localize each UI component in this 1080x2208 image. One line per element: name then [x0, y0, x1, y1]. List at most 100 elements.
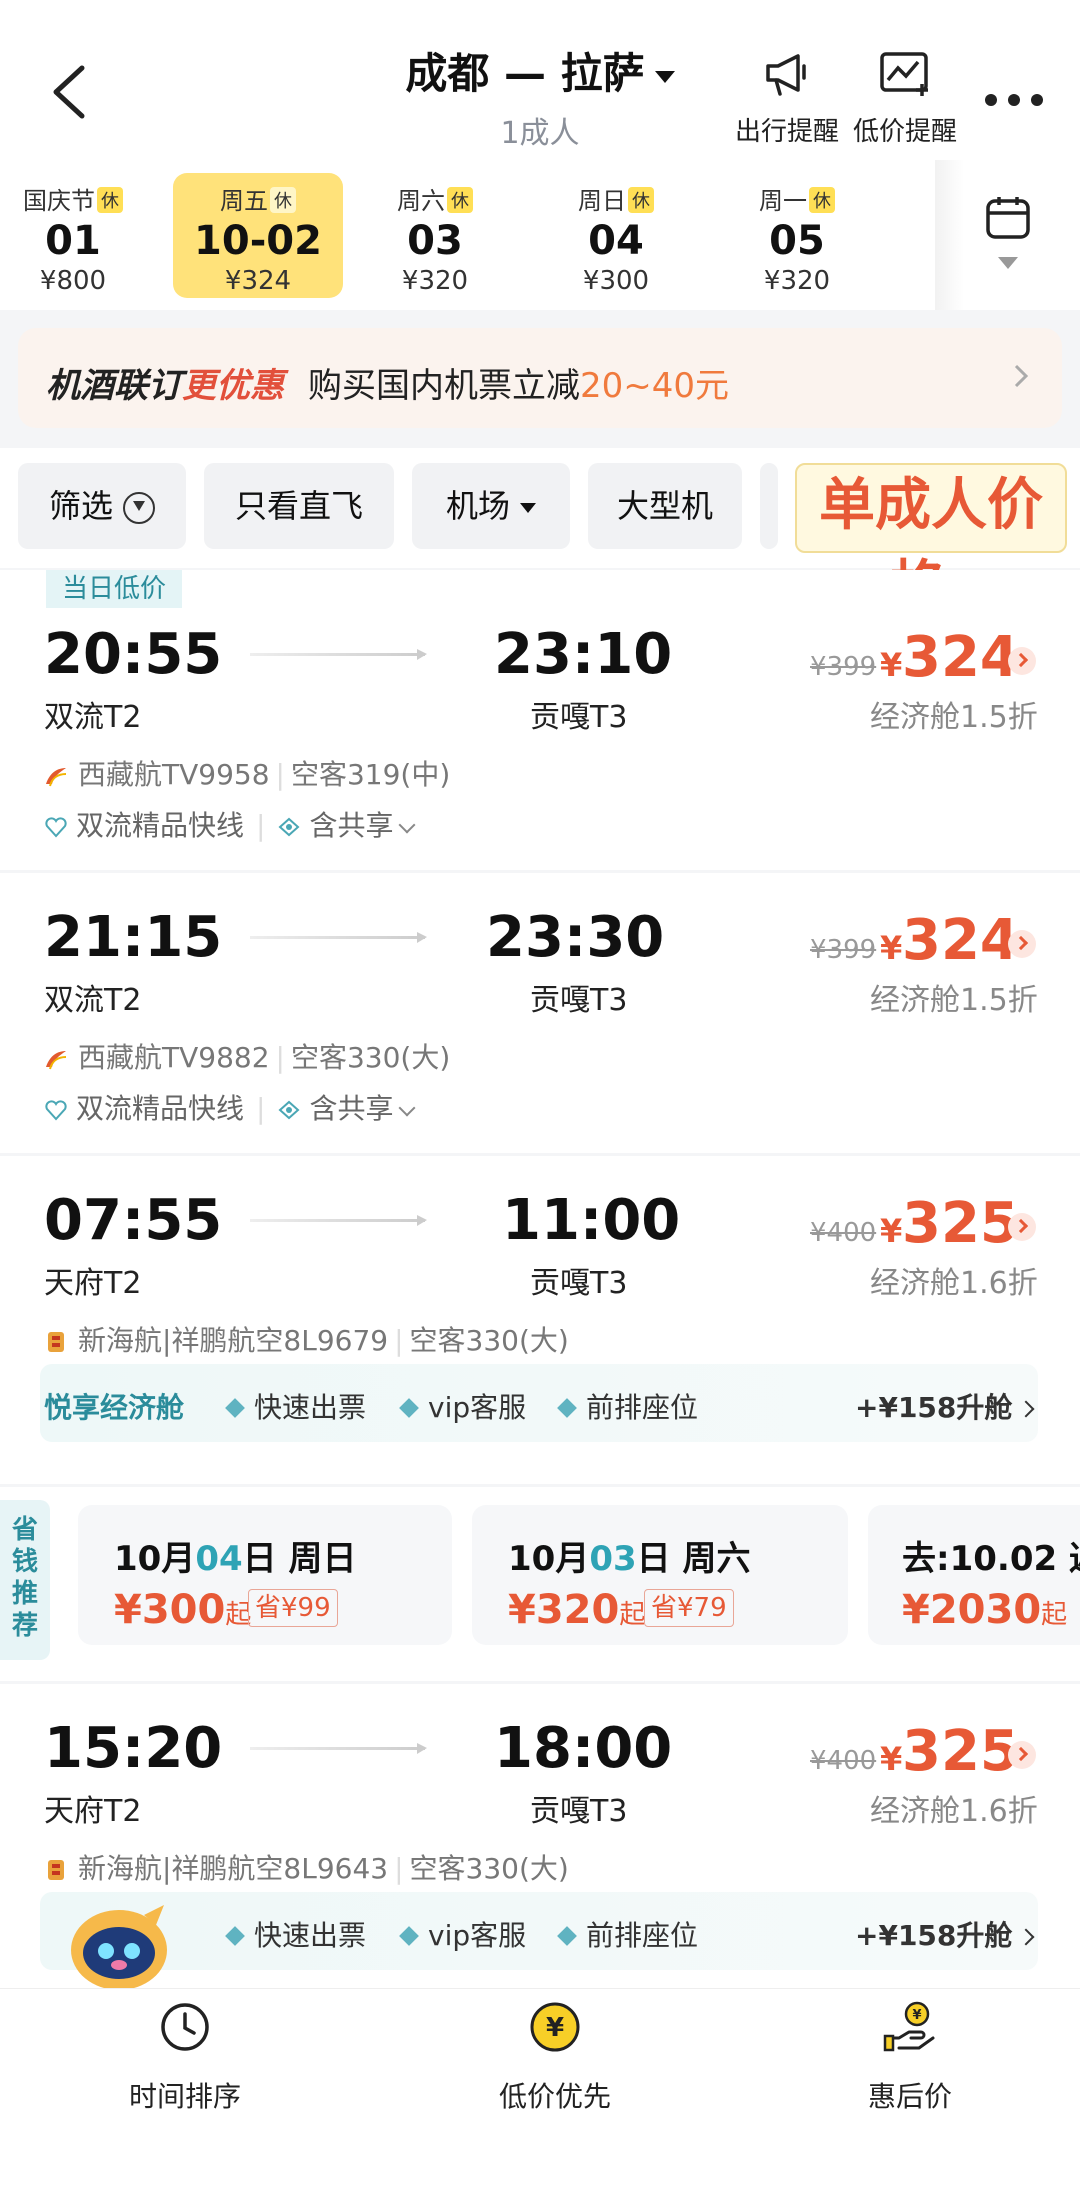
premium-economy-bar[interactable]: 悦享经济舱 快速出票 vip客服 前排座位 +¥158升舱: [40, 1364, 1038, 1442]
holiday-badge: 休: [447, 187, 473, 213]
round-trip-price: ¥2030起: [902, 1587, 1067, 1633]
low-price-first-label: 低价优先: [498, 2080, 611, 2113]
filter-label: 筛选: [48, 487, 113, 525]
flight-price: 325: [902, 1191, 1019, 1256]
airport-chip[interactable]: 机场: [412, 463, 570, 549]
perk-front-seat: 前排座位: [557, 1914, 699, 1954]
route-dropdown-icon: [654, 70, 675, 83]
departure-airport: 天府T2: [44, 1266, 142, 1301]
promo-banner[interactable]: 机酒联订更优惠 购买国内机票立减20~40元: [18, 328, 1062, 428]
savings-card[interactable]: 10月04日 周日 ¥300起 省¥99: [78, 1505, 452, 1645]
airline-info: 西藏航TV9882 | 空客330(大): [44, 1036, 450, 1076]
express-service: 双流精品快线: [76, 809, 245, 842]
date-item[interactable]: 周六休 03 ¥320: [350, 173, 520, 298]
filter-button[interactable]: 筛选: [18, 463, 186, 549]
sort-by-time-button[interactable]: 时间排序: [35, 2000, 335, 2115]
cabin-class: 经济舱1.6折: [870, 1266, 1038, 1301]
original-price: ¥399: [810, 935, 877, 965]
aircraft-type: 空客330(大): [409, 1852, 569, 1885]
savings-date: 10月04日 周日: [114, 1531, 357, 1580]
departure-airport: 双流T2: [44, 700, 142, 735]
savings-price-suffix: 起: [619, 1600, 646, 1630]
upgrade-text: +¥158升舱: [855, 1391, 1013, 1424]
departure-airport: 双流T2: [44, 983, 142, 1018]
date-day: 10-02: [194, 218, 322, 264]
megaphone-icon: [766, 54, 806, 96]
flight-price: 324: [902, 908, 1019, 973]
direct-only-chip[interactable]: 只看直飞: [204, 463, 394, 549]
date-price: ¥320: [763, 266, 831, 296]
promo-brand-a: 机酒联订: [46, 366, 182, 406]
after-discount-price-button[interactable]: ¥ 惠后价: [760, 2000, 1060, 2115]
assistant-mascot-icon[interactable]: [64, 1895, 174, 1995]
flight-number: 新海航|祥鹏航空8L9643: [78, 1852, 389, 1885]
flight-number: 西藏航TV9958: [78, 758, 270, 791]
perk-text: vip客服: [428, 1391, 527, 1424]
holiday-badge: 休: [628, 187, 654, 213]
perk-fast-ticket: 快速出票: [225, 1386, 366, 1426]
large-aircraft-chip[interactable]: 大型机: [588, 463, 742, 549]
promo-text: 购买国内机票立减20~40元: [308, 358, 729, 407]
trip-alert-button[interactable]: 出行提醒: [732, 50, 842, 148]
date-item[interactable]: 周一休 05 ¥320: [712, 173, 882, 298]
savings-price-value: ¥320: [508, 1587, 620, 1633]
lucky-air-logo-icon: [48, 1860, 64, 1880]
date-price: ¥800: [39, 266, 107, 296]
low-price-alert-button[interactable]: 低价提醒: [850, 50, 960, 148]
codeshare-label: 含共享: [309, 1092, 394, 1125]
date-day: 03: [407, 218, 463, 264]
perk-text: 前排座位: [586, 1919, 699, 1952]
upgrade-price[interactable]: +¥158升舱: [855, 1386, 1035, 1426]
more-icon[interactable]: [985, 94, 1043, 106]
promo-discount: 20~40元: [580, 366, 730, 406]
upgrade-price[interactable]: +¥158升舱: [855, 1914, 1035, 1954]
chevron-down-icon: [398, 1099, 416, 1117]
arrival-time: 18:00: [494, 1716, 673, 1781]
date-weekday: 国庆节: [23, 187, 95, 215]
date-price: ¥324: [224, 266, 292, 296]
price-type-dropdown[interactable]: 单成人价格: [795, 463, 1067, 620]
flight-card[interactable]: 07:55 11:00 天府T2 贡嘎T3 ¥400 ¥ 325 经济舱1.6折…: [0, 1156, 1080, 1484]
route-text: 成都 — 拉萨: [405, 49, 645, 98]
round-trip-price-value: ¥2030: [902, 1587, 1042, 1633]
flight-card[interactable]: 21:15 23:30 双流T2 贡嘎T3 ¥399 ¥ 324 经济舱1.5折…: [0, 873, 1080, 1153]
airline-info: 新海航|祥鹏航空8L9679 | 空客330(大): [44, 1319, 569, 1359]
date-day: 04: [588, 218, 644, 264]
yen-coin-icon: ¥: [530, 2002, 580, 2052]
filter-overflow: [760, 463, 778, 549]
holiday-badge: 休: [809, 187, 835, 213]
round-trip-savings-card[interactable]: 去:10.02 返 ¥2030起: [868, 1505, 1080, 1645]
flight-card[interactable]: 当日低价 20:55 23:10 双流T2 贡嘎T3 ¥399 ¥ 324 经济…: [0, 570, 1080, 870]
svg-text:¥: ¥: [546, 2013, 564, 2043]
cabin-class: 经济舱1.5折: [870, 700, 1038, 735]
aircraft-type: 空客319(中): [290, 758, 451, 791]
original-price: ¥399: [810, 652, 877, 682]
savings-weekday: 日 周日: [242, 1539, 357, 1579]
aircraft-type: 空客330(大): [290, 1041, 451, 1074]
flight-line: [250, 1215, 427, 1226]
savings-card[interactable]: 10月03日 周六 ¥320起 省¥79: [472, 1505, 848, 1645]
holiday-badge: 休: [97, 187, 123, 213]
airline-info: 新海航|祥鹏航空8L9643 | 空客330(大): [44, 1847, 569, 1887]
airline-info: 西藏航TV9958 | 空客319(中): [44, 753, 450, 793]
arrival-time: 23:30: [486, 905, 665, 970]
savings-price: ¥320起: [508, 1587, 645, 1633]
heart-shield-icon: [45, 1100, 67, 1121]
currency-symbol: ¥: [880, 929, 903, 967]
perk-vip: vip客服: [399, 1386, 527, 1426]
perk-vip: vip客服: [399, 1914, 526, 1954]
low-price-first-button[interactable]: ¥ 低价优先: [405, 2000, 705, 2115]
date-item-selected[interactable]: 周五休 10-02 ¥324: [173, 173, 343, 298]
diamond-icon: [557, 1398, 577, 1418]
perks-bar[interactable]: 快速出票 vip客服 前排座位 +¥158升舱: [40, 1892, 1038, 1970]
codeshare-icon: [278, 1100, 300, 1120]
savings-date: 10月03日 周六: [508, 1531, 751, 1580]
sort-by-time-label: 时间排序: [128, 2080, 241, 2113]
flight-price: 324: [902, 625, 1019, 690]
date-item[interactable]: 国庆节休 01 ¥800: [0, 173, 158, 298]
trip-alert-label: 出行提醒: [734, 117, 839, 147]
calendar-icon[interactable]: [985, 195, 1031, 275]
date-item[interactable]: 周日休 04 ¥300: [531, 173, 701, 298]
date-day: 01: [45, 218, 101, 264]
savings-price: ¥300起: [114, 1587, 251, 1633]
